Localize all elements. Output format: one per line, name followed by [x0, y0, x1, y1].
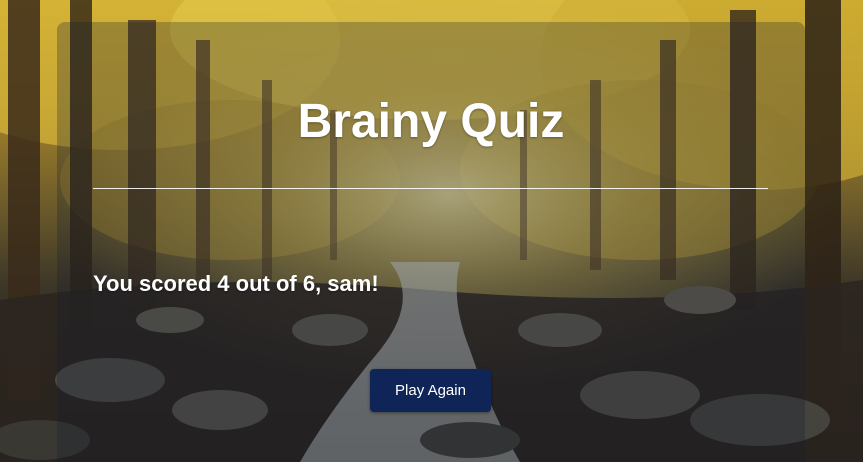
score-message: You scored 4 out of 6, sam! — [93, 271, 379, 296]
quiz-result-panel: Brainy Quiz You scored 4 out of 6, sam! … — [57, 22, 805, 462]
page-title: Brainy Quiz — [297, 95, 565, 148]
title-divider — [93, 188, 768, 189]
play-again-button[interactable]: Play Again — [370, 369, 491, 412]
